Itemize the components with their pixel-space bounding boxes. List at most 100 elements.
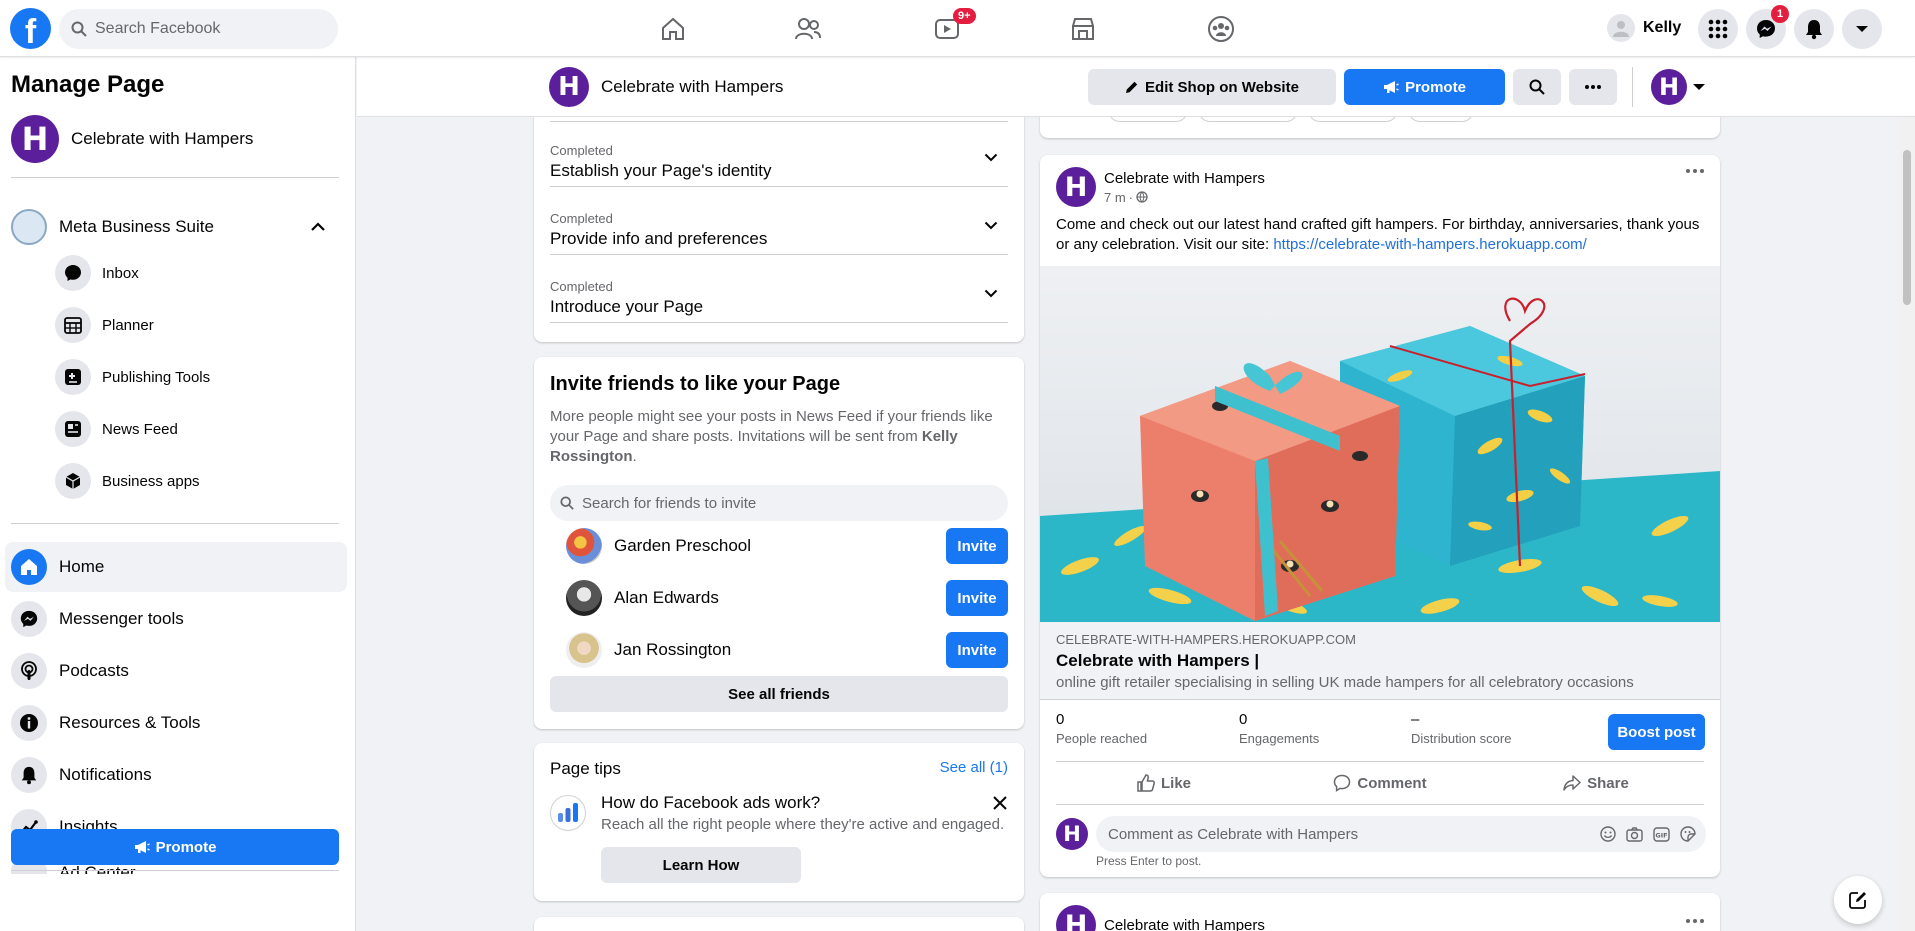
- home-icon: [11, 549, 47, 585]
- friend-avatar: [566, 632, 602, 668]
- invite-search-input[interactable]: Search for friends to invite: [550, 485, 1008, 521]
- comment-label: Comment: [1357, 774, 1427, 792]
- facebook-logo[interactable]: f: [10, 8, 51, 49]
- sidebar-page-link[interactable]: H Celebrate with Hampers: [11, 115, 253, 163]
- friend-name: Garden Preschool: [614, 536, 752, 555]
- stat-value: 0: [1239, 711, 1248, 728]
- edit-shop-button[interactable]: Edit Shop on Website: [1088, 69, 1336, 105]
- meta-business-suite-toggle[interactable]: Meta Business Suite: [11, 202, 338, 252]
- nav-watch-tab[interactable]: 9+: [925, 8, 976, 50]
- post-options-button[interactable]: [1686, 169, 1704, 173]
- meta-business-suite-label: Meta Business Suite: [59, 217, 214, 236]
- learn-how-button[interactable]: Learn How: [601, 847, 801, 883]
- gif-icon[interactable]: GIF: [1653, 826, 1670, 842]
- sidebar-item-messenger-tools[interactable]: Messenger tools: [5, 594, 347, 644]
- invite-button[interactable]: Invite: [946, 528, 1008, 564]
- sidebar-item-podcasts[interactable]: Podcasts: [5, 646, 347, 696]
- top-navigation-bar: f Search Facebook 9+ Kelly 1: [0, 0, 1915, 57]
- nav-home-tab[interactable]: [651, 8, 695, 50]
- setup-step[interactable]: Completed Establish your Page's identity: [550, 131, 1008, 187]
- profile-button[interactable]: Kelly: [1607, 12, 1681, 44]
- divider: [1632, 67, 1633, 107]
- facebook-search-input[interactable]: Search Facebook: [59, 9, 338, 49]
- header-promote-button[interactable]: Promote: [1344, 69, 1505, 105]
- boost-post-button[interactable]: Boost post: [1608, 714, 1705, 750]
- post-header: H Celebrate with Hampers: [1056, 905, 1265, 931]
- link-preview[interactable]: CELEBRATE-WITH-HAMPERS.HEROKUAPP.COM Cel…: [1040, 622, 1720, 700]
- post-author-name[interactable]: Celebrate with Hampers: [1104, 170, 1265, 187]
- share-button[interactable]: Share: [1488, 762, 1704, 804]
- invite-button[interactable]: Invite: [946, 580, 1008, 616]
- sidebar-item-notifications[interactable]: Notifications: [5, 750, 347, 800]
- nav-friends-tab[interactable]: [786, 8, 830, 50]
- emoji-icon[interactable]: [1600, 826, 1616, 842]
- post-options-button[interactable]: [1686, 919, 1704, 923]
- friend-name: Alan Edwards: [614, 588, 719, 607]
- page-header-name[interactable]: H Celebrate with Hampers: [549, 67, 783, 107]
- header-promote-label: Promote: [1405, 78, 1466, 96]
- share-icon: [1563, 774, 1581, 792]
- page-tips-see-all-link[interactable]: See all (1): [940, 759, 1008, 776]
- friend-row: Alan Edwards Invite: [566, 578, 1008, 618]
- dismiss-tip-button[interactable]: [992, 795, 1008, 811]
- commenter-avatar[interactable]: H: [1056, 818, 1088, 850]
- pencil-icon: [1125, 80, 1139, 94]
- menu-button[interactable]: [1698, 9, 1738, 49]
- sidebar-item-label: News Feed: [102, 420, 178, 438]
- messenger-button[interactable]: 1: [1746, 5, 1789, 49]
- grid-menu-icon: [1708, 19, 1728, 39]
- see-all-friends-button[interactable]: See all friends: [550, 676, 1008, 712]
- meta-business-suite-icon: [11, 209, 47, 245]
- camera-icon[interactable]: [1626, 826, 1643, 842]
- nav-marketplace-tab[interactable]: [1061, 8, 1105, 50]
- more-dots-icon: [1686, 919, 1704, 923]
- comment-button[interactable]: Comment: [1272, 762, 1488, 804]
- friends-icon: [795, 18, 821, 40]
- post-image[interactable]: [1040, 266, 1720, 622]
- post-time[interactable]: 7 m: [1104, 190, 1126, 205]
- invite-button[interactable]: Invite: [946, 632, 1008, 668]
- sidebar-item-news-feed[interactable]: News Feed: [55, 407, 178, 451]
- setup-step[interactable]: Completed Provide info and preferences: [550, 199, 1008, 255]
- post-text: Come and check out our latest hand craft…: [1056, 215, 1706, 255]
- sticker-icon[interactable]: [1680, 826, 1696, 842]
- like-button[interactable]: Like: [1056, 762, 1272, 804]
- sidebar-item-resources-tools[interactable]: Resources & Tools: [5, 698, 347, 748]
- more-options-button[interactable]: [1569, 69, 1617, 105]
- post-link[interactable]: https://celebrate-with-hampers.herokuapp…: [1273, 236, 1586, 253]
- nav-groups-tab[interactable]: [1199, 8, 1243, 50]
- page-tips-card: Page tips See all (1) How do Facebook ad…: [534, 743, 1024, 901]
- stat-value: –: [1411, 711, 1420, 728]
- sidebar-title: Manage Page: [11, 71, 165, 98]
- account-button[interactable]: [1842, 9, 1882, 49]
- page-search-button[interactable]: [1513, 69, 1561, 105]
- post-meta: 7 m ·: [1104, 190, 1265, 205]
- groups-icon: [1208, 16, 1234, 42]
- sidebar-item-publishing-tools[interactable]: Publishing Tools: [55, 355, 210, 399]
- sidebar-item-inbox[interactable]: Inbox: [55, 251, 139, 295]
- sidebar-item-planner[interactable]: Planner: [55, 303, 154, 347]
- info-icon: [11, 705, 47, 741]
- notifications-button[interactable]: [1794, 9, 1834, 49]
- comment-input[interactable]: Comment as Celebrate with Hampers GIF: [1096, 816, 1706, 852]
- setup-step[interactable]: Completed Introduce your Page: [550, 267, 1008, 323]
- post-author-avatar[interactable]: H: [1056, 167, 1096, 207]
- tip-description: Reach all the right people where they're…: [601, 816, 1005, 833]
- page-switcher[interactable]: H: [1651, 69, 1705, 105]
- ads-chart-icon: [550, 795, 586, 831]
- sidebar-page-name: Celebrate with Hampers: [71, 129, 254, 148]
- bell-icon: [11, 757, 47, 793]
- friend-avatar: [566, 580, 602, 616]
- sidebar-item-business-apps[interactable]: Business apps: [55, 459, 200, 503]
- scrollbar-thumb[interactable]: [1903, 150, 1911, 305]
- post-author-avatar[interactable]: H: [1056, 905, 1096, 931]
- messenger-icon: [1757, 20, 1775, 38]
- page-logo: H: [1651, 69, 1687, 105]
- page-logo: H: [549, 67, 589, 107]
- sidebar-item-home[interactable]: Home: [5, 542, 347, 592]
- post-header: H Celebrate with Hampers 7 m ·: [1056, 167, 1265, 207]
- new-message-button[interactable]: [1834, 876, 1882, 924]
- post-author-name[interactable]: Celebrate with Hampers: [1104, 917, 1265, 931]
- invite-desc-suffix: .: [632, 448, 637, 465]
- sidebar-promote-button[interactable]: Promote: [11, 829, 339, 865]
